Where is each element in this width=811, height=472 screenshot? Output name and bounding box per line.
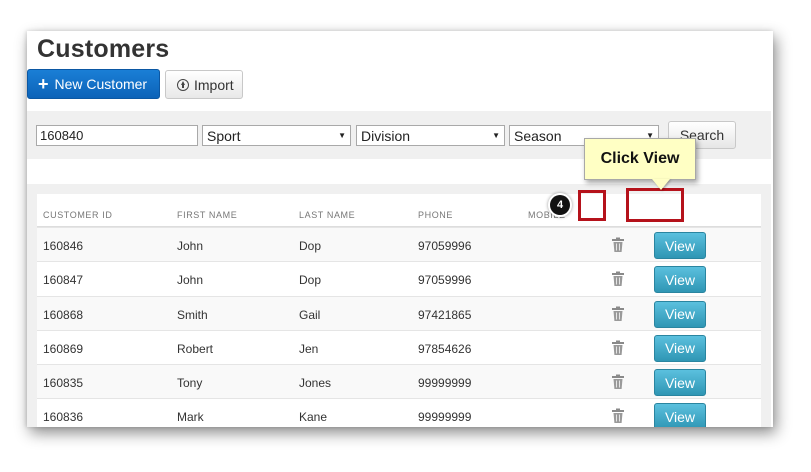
header-customer-id: CUSTOMER ID <box>43 210 113 220</box>
trash-icon[interactable] <box>611 271 625 287</box>
new-customer-button[interactable]: + New Customer <box>27 69 160 99</box>
division-select[interactable]: Division ▼ <box>356 125 505 146</box>
import-button[interactable]: Import <box>165 70 243 99</box>
trash-icon[interactable] <box>611 237 625 253</box>
trash-icon[interactable] <box>611 340 625 356</box>
sport-select-value: Sport <box>207 127 241 144</box>
table-body: 160846 John Dop 97059996 View 160847 John Dop 97… <box>37 227 761 427</box>
callout-pointer <box>652 179 670 190</box>
cell-phone: 99999999 <box>418 410 472 425</box>
table-row: 160869 Robert Jen 97854626 View <box>37 329 761 365</box>
header-first-name: FIRST NAME <box>177 210 238 220</box>
cell-customer-id: 160836 <box>43 410 84 425</box>
cell-customer-id: 160847 <box>43 273 84 288</box>
trash-icon[interactable] <box>611 306 625 322</box>
cell-phone: 97421865 <box>418 307 472 322</box>
table-row: 160846 John Dop 97059996 View <box>37 227 761 262</box>
upload-circle-icon <box>177 78 189 91</box>
cell-last-name: Kane <box>299 410 328 425</box>
cell-first-name: Tony <box>177 376 203 391</box>
cell-last-name: Dop <box>299 273 322 288</box>
cell-last-name: Jones <box>299 376 332 391</box>
table-row: 160836 Mark Kane 99999999 View <box>37 398 761 427</box>
view-button[interactable]: View <box>654 232 706 259</box>
sport-select[interactable]: Sport ▼ <box>202 125 351 146</box>
caret-down-icon: ▼ <box>492 131 500 140</box>
cell-phone: 97059996 <box>418 239 472 253</box>
import-label: Import <box>194 76 234 93</box>
cell-first-name: John <box>177 239 204 253</box>
cell-customer-id: 160835 <box>43 376 84 391</box>
customer-search-input[interactable] <box>36 125 198 146</box>
table-header: CUSTOMER ID FIRST NAME LAST NAME PHONE M… <box>37 194 761 227</box>
cell-first-name: John <box>177 273 204 288</box>
step-number-badge: 4 <box>550 195 570 215</box>
division-select-value: Division <box>361 127 411 144</box>
app-window: Customers + New Customer Import Sport ▼ … <box>27 31 773 427</box>
customer-table-panel: CUSTOMER ID FIRST NAME LAST NAME PHONE M… <box>27 184 771 427</box>
table-row: 160868 Smith Gail 97421865 View <box>37 295 761 330</box>
click-view-callout: Click View <box>584 138 696 180</box>
cell-phone: 97854626 <box>418 341 472 356</box>
header-phone: PHONE <box>418 210 454 220</box>
new-customer-label: New Customer <box>54 76 148 92</box>
view-button[interactable]: View <box>654 334 706 362</box>
page-title: Customers <box>37 35 170 63</box>
cell-customer-id: 160868 <box>43 307 84 322</box>
trash-icon[interactable] <box>611 374 625 390</box>
table-row: 160847 John Dop 97059996 View <box>37 261 761 296</box>
cell-last-name: Jen <box>299 341 319 356</box>
cell-first-name: Smith <box>177 307 208 322</box>
plus-icon: + <box>38 74 49 94</box>
cell-first-name: Robert <box>177 341 214 356</box>
cell-last-name: Gail <box>299 307 321 322</box>
cell-customer-id: 160869 <box>43 341 84 356</box>
customer-table: CUSTOMER ID FIRST NAME LAST NAME PHONE M… <box>37 194 761 427</box>
trash-icon[interactable] <box>611 408 625 424</box>
cell-phone: 97059996 <box>418 273 472 288</box>
header-last-name: LAST NAME <box>299 210 356 220</box>
view-button[interactable]: View <box>654 266 706 294</box>
table-row: 160835 Tony Jones 99999999 View <box>37 364 761 399</box>
view-button[interactable]: View <box>654 300 706 328</box>
cell-customer-id: 160846 <box>43 239 84 253</box>
view-button[interactable]: View <box>654 403 706 427</box>
cell-phone: 99999999 <box>418 376 472 391</box>
view-button[interactable]: View <box>654 369 706 397</box>
cell-first-name: Mark <box>177 410 204 425</box>
cell-last-name: Dop <box>299 239 322 253</box>
season-select-value: Season <box>514 127 562 144</box>
caret-down-icon: ▼ <box>338 131 346 140</box>
